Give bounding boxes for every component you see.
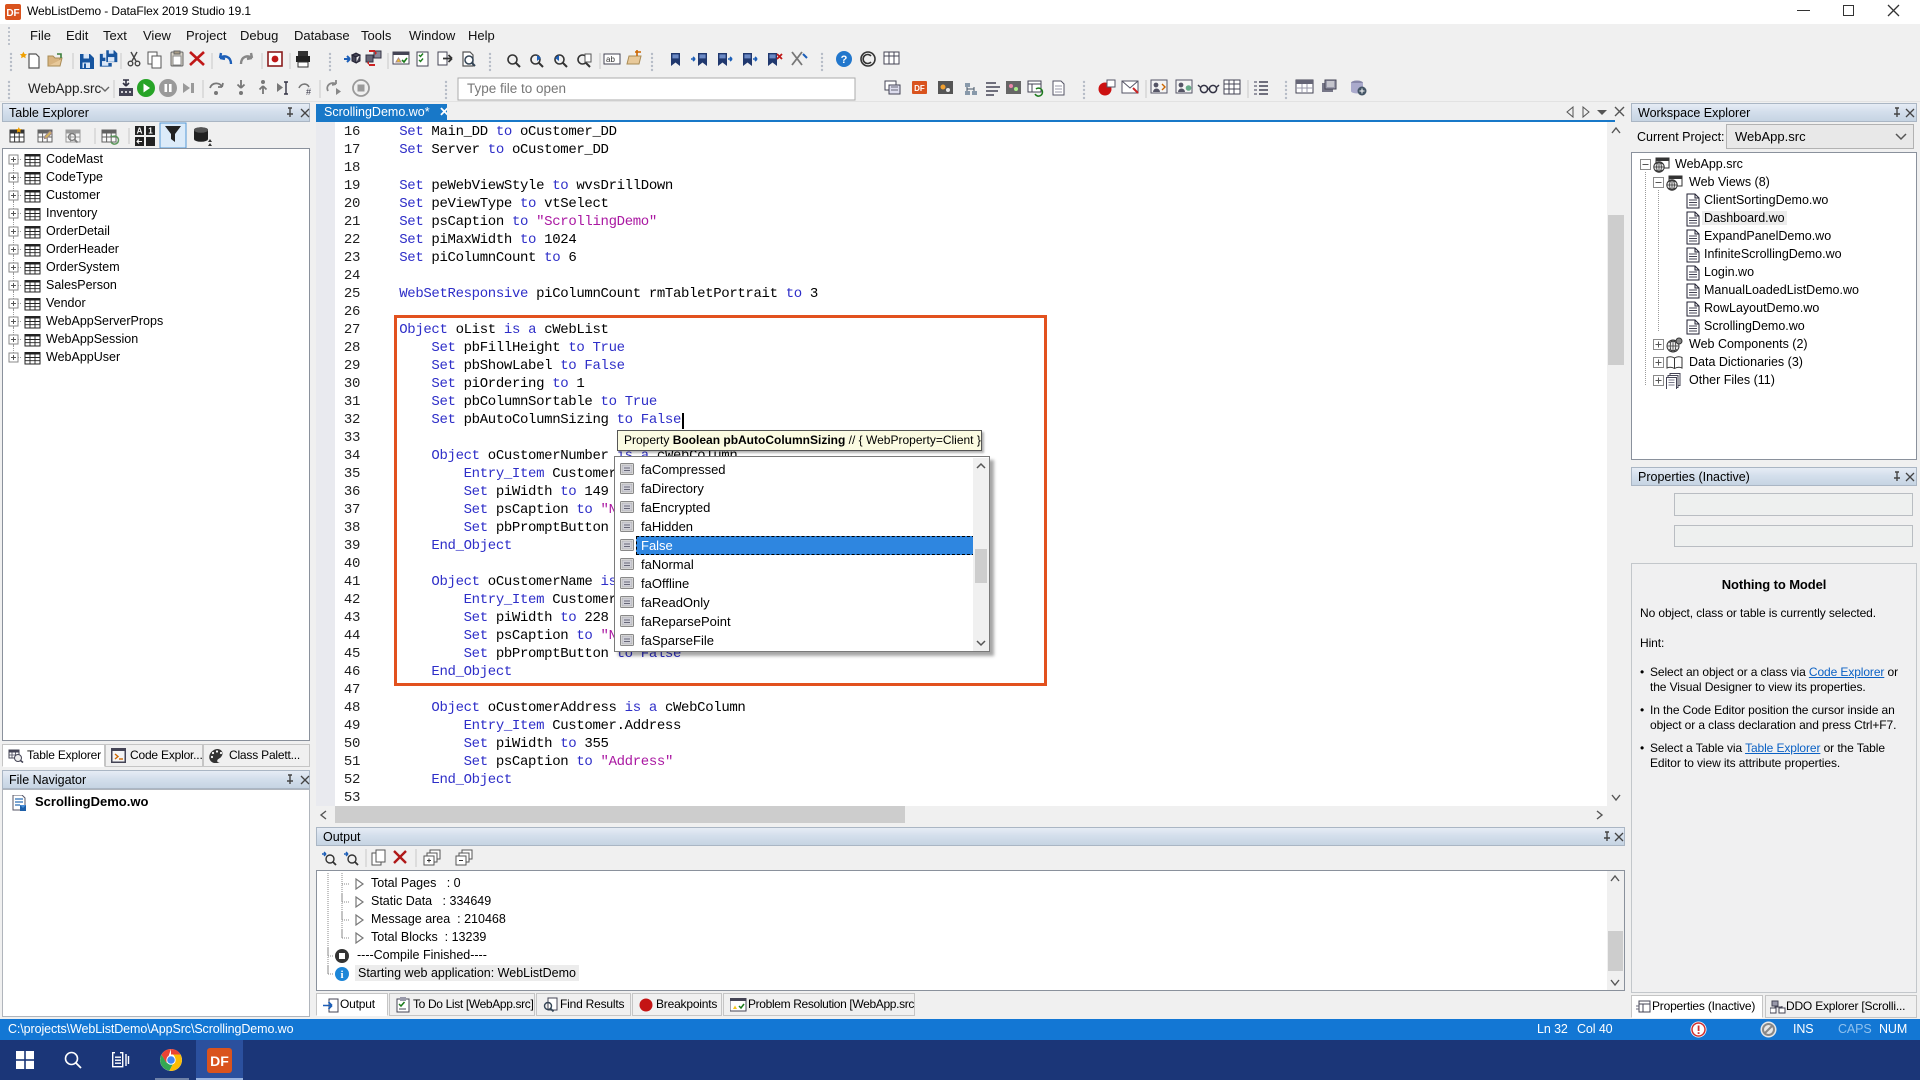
svg-text:WebApp.src: WebApp.src [28,81,102,96]
svg-text:DF: DF [6,8,19,19]
svg-text:ab: ab [606,55,615,64]
svg-text:DF: DF [914,84,925,93]
svg-text:A: A [137,127,143,136]
svg-text:Type file to open: Type file to open [467,81,566,96]
svg-text:DF: DF [210,1053,229,1069]
svg-text:?: ? [841,54,848,66]
svg-text:i: i [340,969,343,981]
svg-text:1: 1 [148,127,153,136]
svg-text:#: # [306,87,311,97]
